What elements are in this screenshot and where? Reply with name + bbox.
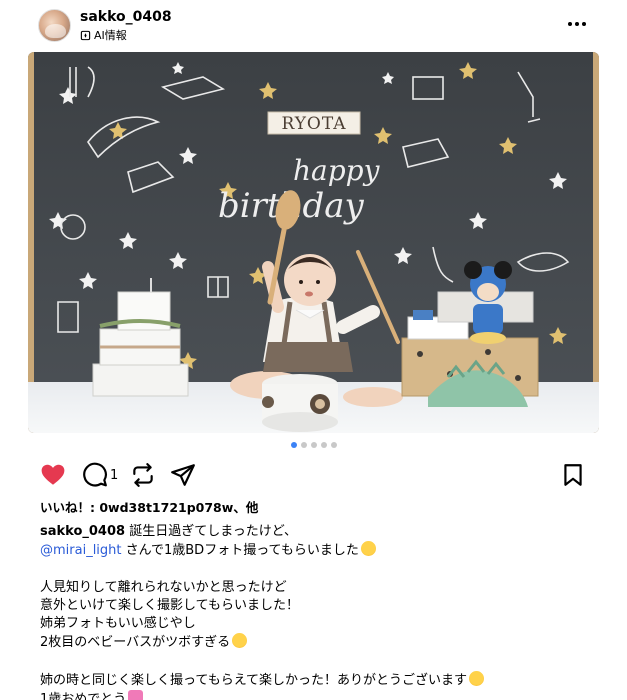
caption-author[interactable]: sakko_0408 <box>40 524 125 539</box>
action-bar: 1 <box>0 460 627 492</box>
carousel-dot[interactable] <box>300 442 307 448</box>
heart-eyes-emoji <box>232 633 248 649</box>
post-caption: いいね！: 0wd38t1721p078w、他 sakko_0408 誕生日過ぎ… <box>40 499 600 700</box>
bookmark-icon[interactable] <box>560 462 586 488</box>
smiling-face-emoji <box>469 670 485 686</box>
caption-line-8: 1歳おめでとう <box>40 690 600 700</box>
caption-text-7: 姉の時と同じく楽しく撮ってもらえて楽しかった！ありがとうございます <box>40 672 468 688</box>
likes-prefix: いいね！: <box>40 500 100 515</box>
caption-text-1: 誕生日過ぎてしまったけど、 <box>125 524 298 540</box>
comment-count: 1 <box>110 468 119 483</box>
caption-text-2: さんで1歳BDフォト撮ってもらいました <box>121 543 359 559</box>
ai-info-link[interactable]: AI情報 <box>80 27 127 43</box>
ai-info-label: AI情報 <box>94 29 127 42</box>
caption-line-3: 人見知りして離れられないかと思ったけど <box>40 579 287 595</box>
comment-icon[interactable] <box>82 462 108 488</box>
caption-line-2: @mirai_light さんで1歳BDフォト撮ってもらいました <box>40 541 600 560</box>
chalk-text-happy: happy <box>293 154 381 187</box>
mention-link[interactable]: @mirai_light <box>40 543 122 558</box>
carousel-dot[interactable] <box>290 442 297 448</box>
send-icon[interactable] <box>170 462 196 488</box>
post-photo[interactable]: RYOTA happy birthday <box>28 52 599 433</box>
heart-icon[interactable] <box>40 462 66 488</box>
carousel-dot[interactable] <box>310 442 317 448</box>
pink-heart-emoji <box>128 690 144 700</box>
caption-text-8: 1歳おめでとう <box>40 692 127 700</box>
carousel-dot[interactable] <box>330 442 337 448</box>
likes-suffix: 、他 <box>233 500 259 515</box>
caption-line-6: 2枚目のベビーバスがツボすぎる <box>40 633 600 652</box>
post-username[interactable]: sakko_0408 <box>80 9 172 25</box>
ai-label-icon <box>80 30 91 40</box>
carousel-indicator <box>0 442 627 448</box>
caption-line-5: 姉弟フォトもいい感じやし <box>40 616 196 632</box>
smiling-face-with-hearts-emoji <box>360 541 376 557</box>
post-header: sakko_0408 AI情報 <box>0 0 627 52</box>
more-horizontal-icon[interactable] <box>565 12 589 36</box>
carousel-dot[interactable] <box>320 442 327 448</box>
caption-line-7: 姉の時と同じく楽しく撮ってもらえて楽しかった！ありがとうございます <box>40 670 600 690</box>
caption-text-6: 2枚目のベビーバスがツボすぎる <box>40 635 231 651</box>
avatar[interactable] <box>38 9 71 42</box>
repost-icon[interactable] <box>130 462 156 488</box>
likes-user[interactable]: 0wd38t1721p078w <box>99 500 233 515</box>
banner-text: RYOTA <box>281 114 346 134</box>
likes-summary[interactable]: いいね！: 0wd38t1721p078w、他 <box>40 499 600 517</box>
name-banner: RYOTA <box>267 111 361 135</box>
caption-line-4: 意外といけて楽しく撮影してもらいました！ <box>40 598 299 613</box>
drum <box>262 374 338 432</box>
caption-line-1: sakko_0408 誕生日過ぎてしまったけど、 <box>40 523 600 541</box>
